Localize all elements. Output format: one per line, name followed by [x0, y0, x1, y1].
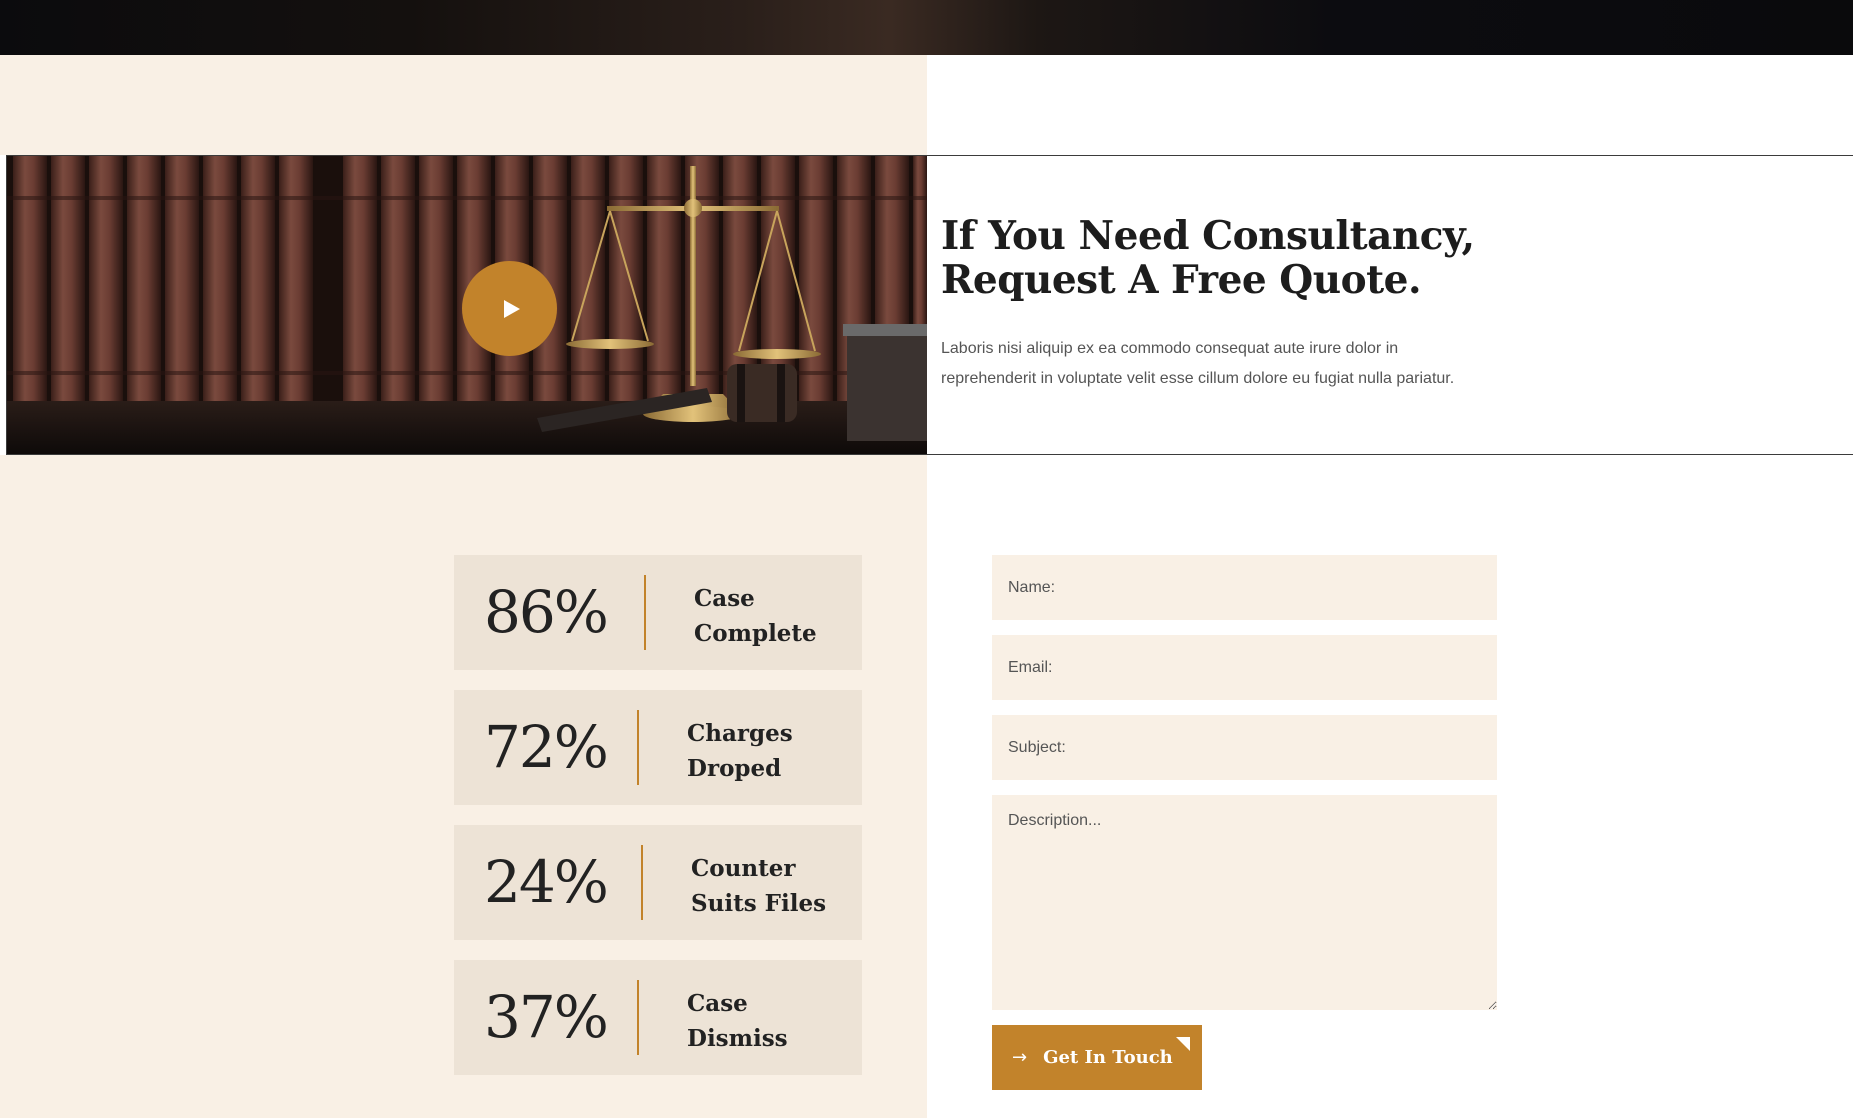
play-video-button[interactable] [462, 261, 557, 356]
stat-label: Charges Droped [687, 720, 793, 782]
subject-input[interactable] [992, 715, 1497, 780]
consultation-heading: If You Need Consultancy, Request A Free … [941, 213, 1475, 303]
stat-divider [641, 845, 643, 920]
stat-case-complete: 86% Case Complete [454, 555, 862, 670]
hero-bottom-band [0, 0, 1853, 55]
consultation-description: Laboris nisi aliquip ex ea commodo conse… [941, 340, 1455, 387]
stat-value: 37% [484, 983, 609, 1051]
divider-bottom [0, 454, 1853, 455]
stat-label: Case Dismiss [687, 990, 788, 1052]
stat-counter-suits-files: 24% Counter Suits Files [454, 825, 862, 940]
get-in-touch-button[interactable]: → Get In Touch [992, 1025, 1202, 1090]
corner-triangle-icon [1176, 1037, 1190, 1051]
stat-charges-droped: 72% Charges Droped [454, 690, 862, 805]
stat-value: 72% [484, 713, 609, 781]
stat-label: Case Complete [694, 585, 817, 647]
stat-case-dismiss: 37% Case Dismiss [454, 960, 862, 1075]
stat-label: Counter Suits Files [691, 855, 827, 917]
description-textarea[interactable] [992, 795, 1497, 1010]
email-input[interactable] [992, 635, 1497, 700]
play-icon [504, 299, 520, 318]
stat-divider [637, 710, 639, 785]
stat-divider [637, 980, 639, 1055]
left-edge-strip [0, 155, 7, 455]
name-input[interactable] [992, 555, 1497, 620]
arrow-right-icon: → [1012, 1047, 1028, 1068]
stat-value: 24% [484, 848, 609, 916]
stat-value: 86% [484, 578, 609, 646]
stat-divider [644, 575, 646, 650]
get-in-touch-label: Get In Touch [1043, 1047, 1173, 1068]
